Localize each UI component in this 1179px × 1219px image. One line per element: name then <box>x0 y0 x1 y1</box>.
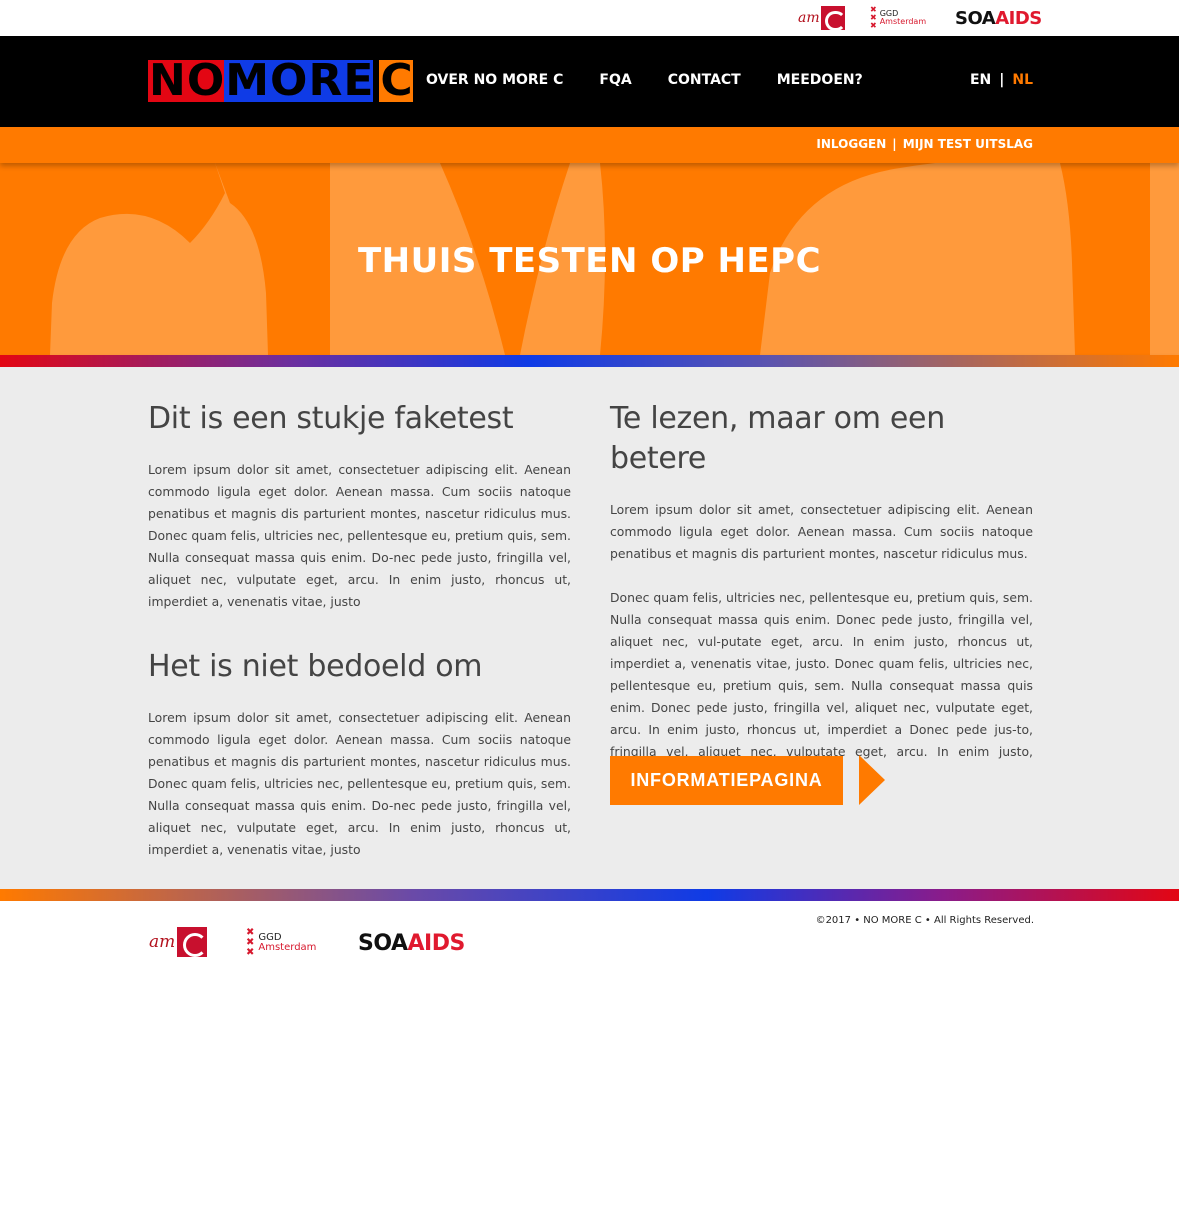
nav-meedoen[interactable]: MEEDOEN? <box>777 72 863 88</box>
amc-logo-mark <box>177 927 208 957</box>
nav-over-no-more-c[interactable]: OVER NO MORE C <box>426 72 563 88</box>
hero-banner: THUIS TESTEN OP HEPC <box>0 163 1179 355</box>
main-content: Dit is een stukje faketest Lorem ipsum d… <box>0 367 1179 889</box>
info-cta: INFORMATIEPAGINA <box>610 755 885 805</box>
ggd-cross-icon: ✖ ✖ ✖ <box>870 5 877 30</box>
section-heading: Dit is een stukje faketest <box>148 401 514 436</box>
right-column: Te lezen, maar om een betere Lorem ipsum… <box>610 399 1033 805</box>
language-switcher: EN | NL <box>970 72 1033 88</box>
soaids-logo-aids: AIDS <box>407 931 465 956</box>
hero-title: THUIS TESTEN OP HEPC <box>357 241 822 281</box>
account-separator: | <box>892 137 897 151</box>
copyright-text: ©2017 • NO MORE C • All Rights Reserved. <box>815 915 1034 926</box>
brand-letter: R <box>307 55 343 106</box>
brand-letter: C <box>379 55 413 106</box>
footer-amc-logo[interactable]: am <box>149 927 208 957</box>
soaids-logo-soa: SOA <box>358 931 408 956</box>
lang-nl[interactable]: NL <box>1012 72 1033 88</box>
soaids-logo[interactable]: SOAAIDS <box>955 8 1042 29</box>
ggd-cross-icon: ✖ ✖ ✖ <box>246 927 255 958</box>
nav-fqa[interactable]: FQA <box>599 72 631 88</box>
section-paragraph: Lorem ipsum dolor sit amet, consectetuer… <box>148 462 571 609</box>
gradient-divider-top <box>0 355 1179 367</box>
brand-letter: E <box>342 55 373 106</box>
section-paragraph: Lorem ipsum dolor sit amet, consectetuer… <box>148 710 571 857</box>
ggd-logo[interactable]: ✖ ✖ ✖ GGD Amsterdam <box>870 6 926 30</box>
partner-strip: am ✖ ✖ ✖ GGD Amsterdam SOAAIDS <box>0 0 1179 36</box>
footer-ggd-logo[interactable]: ✖ ✖ ✖ GGD Amsterdam <box>246 928 316 958</box>
section-heading: Te lezen, maar om een betere <box>610 401 945 476</box>
nav-contact[interactable]: CONTACT <box>668 72 741 88</box>
brand-letter: M <box>224 55 270 106</box>
gradient-divider-bottom <box>0 889 1179 901</box>
ggd-logo-subtext: Amsterdam <box>258 942 317 953</box>
soaids-logo-aids: AIDS <box>995 8 1042 29</box>
main-navbar: N O M O R E C OVER NO MORE C FQA CONTACT… <box>0 36 1179 127</box>
section-paragraph: Lorem ipsum dolor sit amet, consectetuer… <box>610 502 1033 561</box>
left-column: Dit is een stukje faketest Lorem ipsum d… <box>148 399 571 861</box>
section-heading: Het is niet bedoeld om <box>148 649 483 684</box>
account-bar: INLOGGEN | MIJN TEST UITSLAG <box>0 127 1179 163</box>
amc-logo[interactable]: am <box>798 6 846 32</box>
brand-logo[interactable]: N O M O R E C <box>148 55 413 106</box>
ggd-logo-subtext: Amsterdam <box>879 17 927 26</box>
site-footer: am ✖ ✖ ✖ GGD Amsterdam SOAAIDS ©2017 • NO … <box>0 901 1179 1219</box>
arrow-right-icon[interactable] <box>859 755 885 805</box>
brand-letter: N <box>148 55 186 106</box>
my-test-result-link[interactable]: MIJN TEST UITSLAG <box>903 137 1033 151</box>
footer-soaids-logo[interactable]: SOAAIDS <box>358 931 465 956</box>
brand-letter: O <box>269 55 307 106</box>
amc-logo-text: am <box>798 10 820 26</box>
info-page-button[interactable]: INFORMATIEPAGINA <box>610 755 843 805</box>
primary-nav: OVER NO MORE C FQA CONTACT MEEDOEN? <box>426 72 899 88</box>
soaids-logo-soa: SOA <box>955 8 996 29</box>
amc-logo-mark <box>820 6 846 32</box>
amc-logo-text: am <box>149 932 176 952</box>
login-link[interactable]: INLOGGEN <box>816 137 886 151</box>
brand-letter: O <box>185 55 224 106</box>
lang-separator: | <box>999 72 1005 88</box>
lang-en[interactable]: EN <box>970 72 991 88</box>
